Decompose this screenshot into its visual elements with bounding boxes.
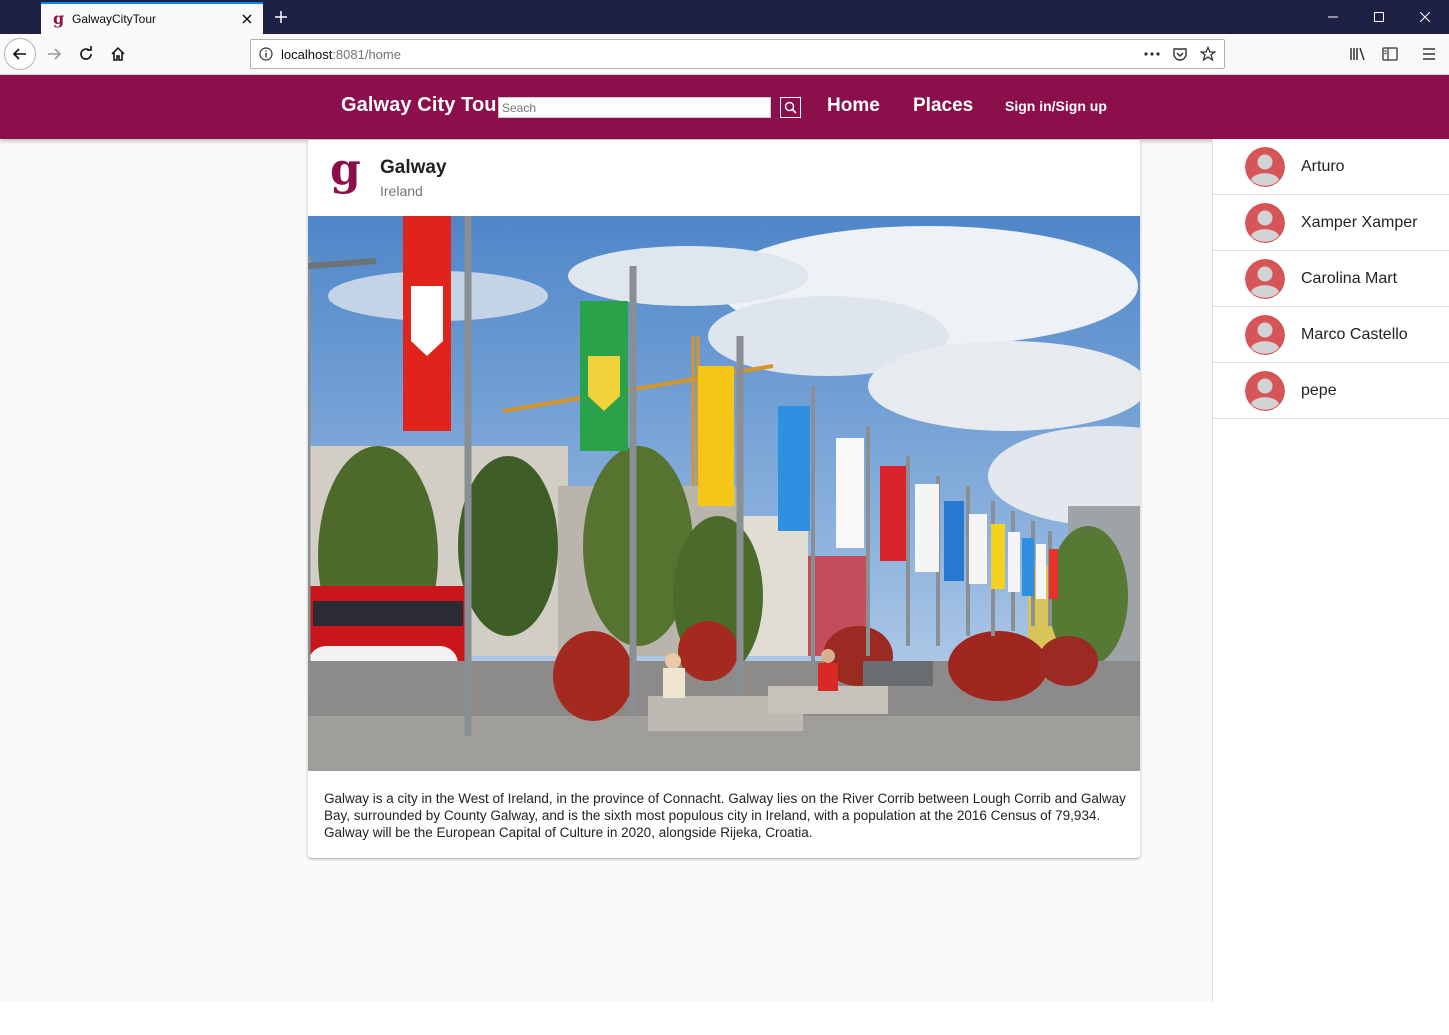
home-icon[interactable] — [102, 38, 134, 70]
plus-icon[interactable] — [270, 6, 292, 28]
place-subtitle: Ireland — [380, 183, 423, 199]
galway-square-photo — [308, 216, 1140, 771]
avatar-icon — [1245, 146, 1285, 187]
more-icon[interactable] — [1142, 44, 1162, 64]
page-body: Galway City Tour Home Places Sign in/Sig… — [0, 75, 1449, 1002]
user-item[interactable]: Carolina Mart — [1213, 251, 1449, 307]
avatar-icon — [1245, 314, 1285, 355]
favicon-icon: g — [53, 9, 65, 28]
users-sidebar: Arturo Xamper Xamper Carolina Mart Marco… — [1212, 139, 1449, 1002]
user-item[interactable]: Marco Castello — [1213, 307, 1449, 363]
place-photo — [308, 216, 1140, 771]
place-description: Galway is a city in the West of Ireland,… — [324, 791, 1126, 840]
browser-tab-strip: g GalwayCityTour — [0, 0, 1449, 34]
url-host: localhost — [281, 46, 333, 62]
place-title: Galway — [380, 157, 447, 178]
avatar-icon — [1245, 258, 1285, 299]
user-name: Carolina Mart — [1301, 269, 1398, 287]
nav-places-link[interactable]: Places — [913, 95, 973, 117]
user-item[interactable]: Arturo — [1213, 139, 1449, 195]
user-name: pepe — [1301, 381, 1337, 399]
bookmark-star-icon[interactable] — [1198, 44, 1218, 64]
info-icon[interactable] — [251, 47, 281, 61]
brand-title[interactable]: Galway City Tour — [341, 94, 505, 117]
avatar-icon — [1245, 370, 1285, 411]
user-item[interactable]: Xamper Xamper — [1213, 195, 1449, 251]
menu-icon[interactable] — [1413, 38, 1445, 70]
sidebar-icon[interactable] — [1374, 38, 1406, 70]
place-logo: g — [330, 144, 361, 195]
browser-toolbar: localhost:8081/home — [0, 34, 1449, 75]
user-name: Marco Castello — [1301, 325, 1408, 343]
back-icon[interactable] — [4, 38, 36, 70]
nav-home-link[interactable]: Home — [827, 95, 880, 117]
place-card: g Galway Ireland Galway is a city in the… — [308, 140, 1140, 858]
url-path: :8081/home — [332, 46, 401, 62]
window-bottom-edge — [0, 1002, 1449, 1035]
pocket-icon[interactable] — [1170, 44, 1190, 64]
window-close-icon[interactable] — [1402, 0, 1448, 34]
url-bar[interactable]: localhost:8081/home — [250, 39, 1225, 69]
library-icon[interactable] — [1342, 38, 1374, 70]
search-input[interactable] — [498, 97, 771, 118]
tab-title: GalwayCityTour — [72, 12, 157, 26]
user-name: Xamper Xamper — [1301, 213, 1418, 231]
nav-sign-in-link[interactable]: Sign in/Sign up — [1005, 98, 1107, 114]
minimize-icon[interactable] — [1310, 0, 1356, 34]
browser-tab[interactable]: g GalwayCityTour — [41, 2, 263, 34]
maximize-icon[interactable] — [1356, 0, 1402, 34]
avatar-icon — [1245, 202, 1285, 243]
app-header: Galway City Tour Home Places Sign in/Sig… — [0, 75, 1449, 139]
user-name: Arturo — [1301, 157, 1345, 175]
close-icon[interactable] — [239, 11, 255, 27]
reload-icon[interactable] — [70, 38, 102, 70]
forward-icon[interactable] — [38, 38, 70, 70]
search-icon[interactable] — [780, 97, 801, 118]
user-item[interactable]: pepe — [1213, 363, 1449, 419]
